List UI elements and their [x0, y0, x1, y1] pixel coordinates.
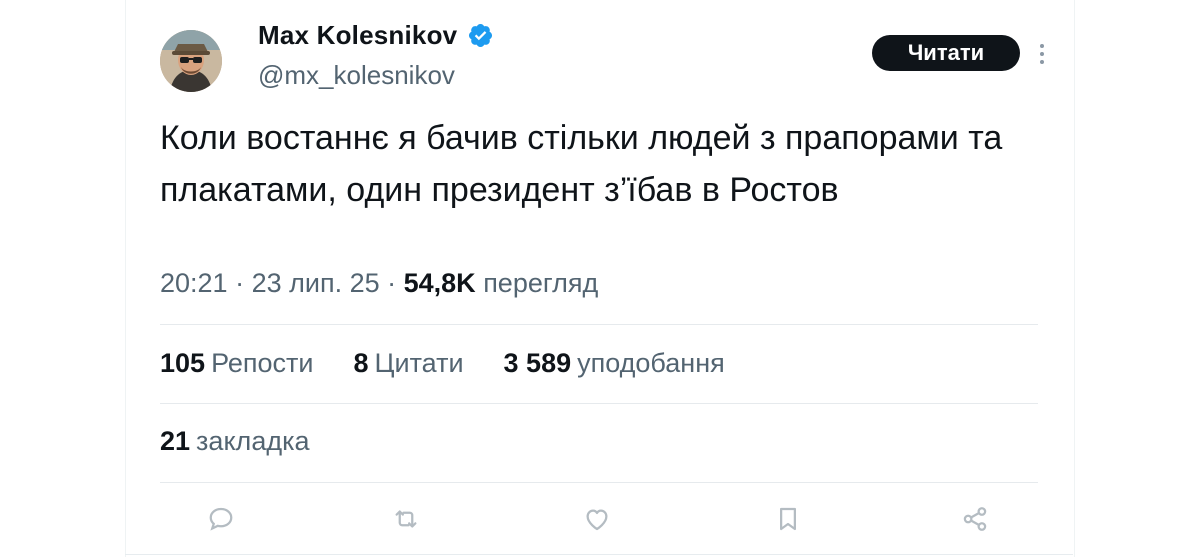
follow-button[interactable]: Читати	[872, 35, 1020, 71]
share-button[interactable]	[960, 504, 990, 534]
divider	[160, 482, 1038, 483]
like-button[interactable]	[582, 504, 612, 534]
views-count: 54,8K	[403, 268, 476, 298]
reply-button[interactable]	[206, 504, 236, 534]
author-name[interactable]: Max Kolesnikov	[258, 20, 457, 51]
more-vertical-icon[interactable]	[1034, 40, 1050, 68]
avatar[interactable]	[160, 30, 222, 92]
tweet-date[interactable]: 23 лип. 25	[252, 268, 380, 298]
tweet-text: Коли востаннє я бачив стільки людей з пр…	[160, 119, 1003, 209]
user-avatar-image	[160, 30, 222, 92]
author-name-row: Max Kolesnikov	[258, 20, 494, 51]
meta-separator: ·	[227, 268, 252, 298]
likes-stat[interactable]: 3 589 уподобання	[504, 348, 725, 379]
quotes-count: 8	[353, 348, 369, 378]
engagement-stats: 105 Репости 8 Цитати 3 589 уподобання	[160, 348, 765, 379]
likes-label: уподобання	[577, 348, 725, 378]
bookmarks-stat[interactable]: 21 закладка	[160, 426, 310, 457]
reposts-stat[interactable]: 105 Репости	[160, 348, 314, 379]
views-label: перегляд	[483, 268, 599, 298]
bookmark-button[interactable]	[773, 504, 803, 534]
divider	[160, 324, 1038, 325]
bookmark-icon	[780, 507, 796, 531]
likes-count: 3 589	[503, 348, 572, 378]
tweet-meta: 20:21 · 23 лип. 25 · 54,8K перегляд	[160, 268, 598, 299]
bottom-border	[125, 554, 1073, 555]
author-handle[interactable]: @mx_kolesnikov	[258, 60, 455, 91]
reposts-label: Репости	[211, 348, 314, 378]
bookmarks-count: 21	[160, 426, 191, 456]
bookmarks-label: закладка	[196, 426, 310, 456]
verified-badge-icon	[469, 23, 493, 48]
quotes-label: Цитати	[374, 348, 464, 378]
tweet-time[interactable]: 20:21	[160, 268, 228, 298]
meta-separator: ·	[379, 268, 404, 298]
repost-button[interactable]	[391, 504, 421, 534]
like-icon	[586, 509, 608, 531]
quotes-stat[interactable]: 8 Цитати	[354, 348, 464, 379]
repost-icon	[395, 510, 417, 528]
reply-icon	[209, 507, 233, 531]
share-icon	[963, 507, 987, 531]
divider	[160, 403, 1038, 404]
reposts-count: 105	[160, 348, 206, 378]
action-bar	[0, 504, 1200, 536]
